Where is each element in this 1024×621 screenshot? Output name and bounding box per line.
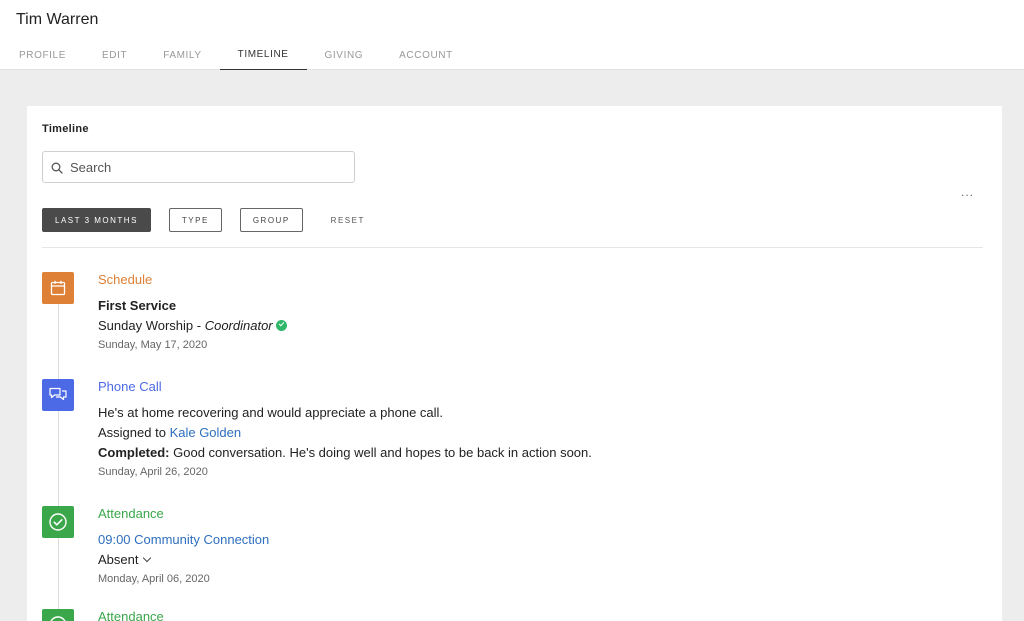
item-type[interactable]: Schedule: [98, 272, 958, 288]
event-link[interactable]: 09:00 Community Connection: [98, 530, 958, 550]
chat-icon: [42, 379, 74, 411]
tab-edit[interactable]: EDIT: [84, 40, 145, 70]
timeline-item-body: Schedule First Service Sunday Worship - …: [98, 272, 958, 351]
item-date: Sunday, May 17, 2020: [98, 339, 208, 351]
item-note: He's at home recovering and would apprec…: [98, 405, 444, 420]
assigned-label: Assigned to: [98, 425, 166, 440]
item-type[interactable]: Phone Call: [98, 379, 958, 395]
role-name: Coordinator: [204, 318, 273, 333]
person-name: Tim Warren: [16, 11, 99, 28]
attendance-status[interactable]: Absent: [98, 550, 958, 570]
timeline-item-body: Attendance: [98, 609, 958, 621]
item-type[interactable]: Attendance: [98, 609, 958, 621]
check-circle-icon: [42, 506, 74, 538]
timeline-title: Timeline: [42, 123, 89, 135]
more-options-icon[interactable]: ...: [961, 185, 974, 199]
timeline-item-body: Attendance 09:00 Community Connection Ab…: [98, 506, 958, 585]
item-title: First Service: [98, 298, 177, 313]
group-filter[interactable]: GROUP: [239, 208, 303, 232]
item-detail: Sunday Worship - Coordinator: [98, 316, 958, 336]
tab-timeline[interactable]: TIMELINE: [219, 40, 307, 70]
tab-account[interactable]: ACCOUNT: [381, 40, 471, 70]
completed-label: Completed:: [98, 445, 170, 460]
tab-giving[interactable]: GIVING: [307, 40, 382, 70]
type-filter[interactable]: TYPE: [168, 208, 222, 232]
reset-button[interactable]: RESET: [320, 208, 375, 232]
filter-bar: LAST 3 MONTHS TYPE GROUP RESET: [42, 208, 393, 232]
tab-family[interactable]: FAMILY: [145, 40, 219, 70]
chevron-down-icon[interactable]: [143, 553, 152, 563]
calendar-icon: [42, 272, 74, 304]
item-date: Sunday, April 26, 2020: [98, 466, 208, 478]
tab-bar: PROFILE EDIT FAMILY TIMELINE GIVING ACCO…: [0, 40, 471, 70]
item-type[interactable]: Attendance: [98, 506, 958, 522]
search-icon: [51, 161, 63, 174]
last-3-months-filter[interactable]: LAST 3 MONTHS: [42, 208, 151, 232]
search-input[interactable]: [70, 159, 340, 175]
completed-line: Completed: Good conversation. He's doing…: [98, 443, 958, 463]
service-name: Sunday Worship -: [98, 318, 205, 333]
completed-text: Good conversation. He's doing well and h…: [173, 445, 592, 460]
timeline-card: Timeline ... LAST 3 MONTHS TYPE GROUP RE…: [27, 106, 1002, 621]
timeline-item-body: Phone Call He's at home recovering and w…: [98, 379, 958, 478]
status-label: Absent: [98, 552, 139, 567]
search-box[interactable]: [42, 151, 355, 183]
item-date: Monday, April 06, 2020: [98, 573, 210, 585]
check-circle-icon: [42, 609, 74, 621]
assignee-link[interactable]: Kale Golden: [170, 425, 242, 440]
timeline-connector: [58, 286, 59, 616]
confirmed-icon: [275, 320, 287, 331]
top-bar: Tim Warren PROFILE EDIT FAMILY TIMELINE …: [0, 0, 1024, 70]
tab-profile[interactable]: PROFILE: [0, 40, 84, 70]
divider: [42, 247, 983, 248]
assigned-line: Assigned to Kale Golden: [98, 423, 958, 443]
